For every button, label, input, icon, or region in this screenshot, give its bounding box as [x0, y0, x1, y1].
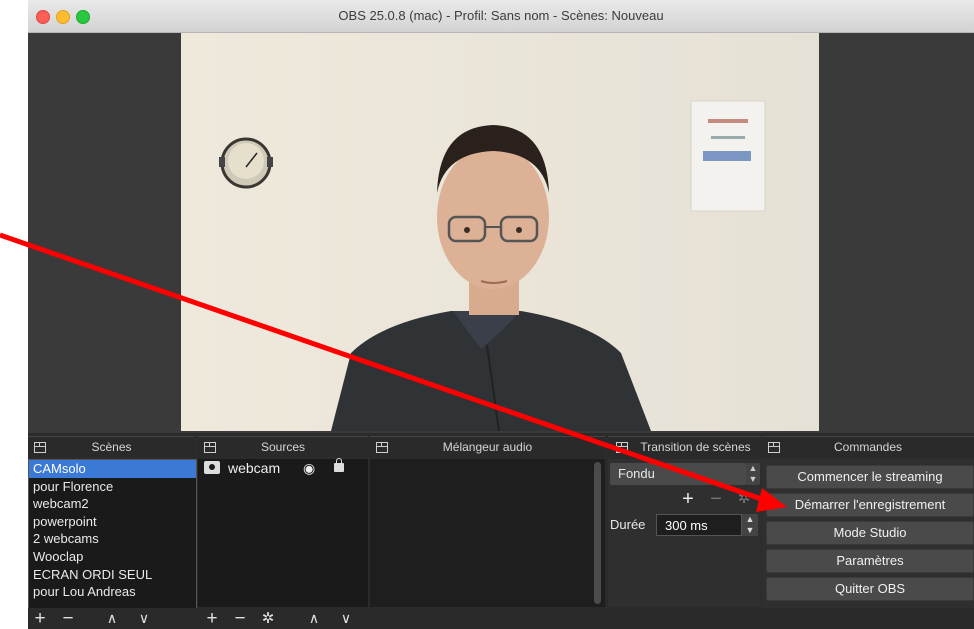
annotation-arrow [0, 232, 787, 512]
